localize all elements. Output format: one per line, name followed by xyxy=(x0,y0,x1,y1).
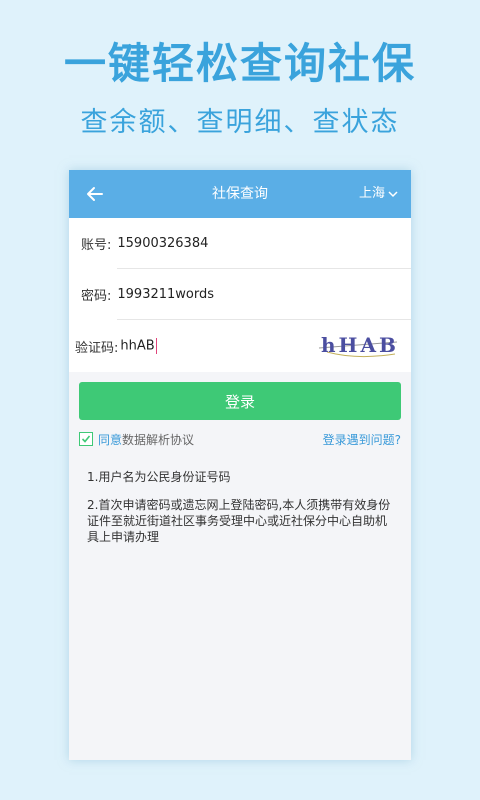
notes: 1.用户名为公民身份证号码 2.首次申请密码或遗忘网上登陆密码,本人须携带有效身… xyxy=(87,469,395,545)
promo-headline: 一键轻松查询社保 xyxy=(63,39,416,88)
captcha-image[interactable]: hHAB xyxy=(317,330,399,362)
text-cursor xyxy=(155,338,157,354)
checkmark-icon xyxy=(81,435,91,443)
phone-screen: 社保查询 上海 账号: 15900326384 密码: 1993211words… xyxy=(69,170,411,760)
account-input[interactable]: 15900326384 xyxy=(117,236,208,251)
captcha-label: 验证码: xyxy=(75,340,119,356)
captcha-text: hHAB xyxy=(321,333,399,357)
captcha-input[interactable]: hhAB xyxy=(120,338,157,354)
captcha-value: hhAB xyxy=(120,338,155,354)
agreement-checkbox[interactable] xyxy=(79,432,93,446)
login-button[interactable]: 登录 xyxy=(79,382,401,420)
city-label: 上海 xyxy=(358,186,385,201)
chevron-down-icon xyxy=(388,191,398,198)
captcha-row[interactable]: 验证码: hhAB hHAB xyxy=(69,320,411,372)
login-form: 账号: 15900326384 密码: 1993211words 验证码: hh… xyxy=(69,218,411,372)
account-label: 账号: xyxy=(81,238,112,253)
note-item: 2.首次申请密码或遗忘网上登陆密码,本人须携带有效身份证件至就近街道社区事务受理… xyxy=(87,498,391,544)
promo-subline: 查余额、查明细、查状态 xyxy=(80,107,400,138)
app-bar: 社保查询 上海 xyxy=(69,170,411,218)
agreement-row: 同意 数据解析协议 登录遇到问题? xyxy=(79,429,401,449)
agree-prefix[interactable]: 同意 xyxy=(98,431,122,448)
city-selector[interactable]: 上海 xyxy=(359,170,399,218)
password-row[interactable]: 密码: 1993211words xyxy=(69,269,411,320)
password-label: 密码: xyxy=(81,289,112,304)
agreement-link[interactable]: 数据解析协议 xyxy=(122,431,194,448)
login-problem-link[interactable]: 登录遇到问题? xyxy=(323,431,401,448)
password-input[interactable]: 1993211words xyxy=(117,287,214,302)
note-item: 1.用户名为公民身份证号码 xyxy=(87,470,231,484)
account-row[interactable]: 账号: 15900326384 xyxy=(69,218,411,269)
